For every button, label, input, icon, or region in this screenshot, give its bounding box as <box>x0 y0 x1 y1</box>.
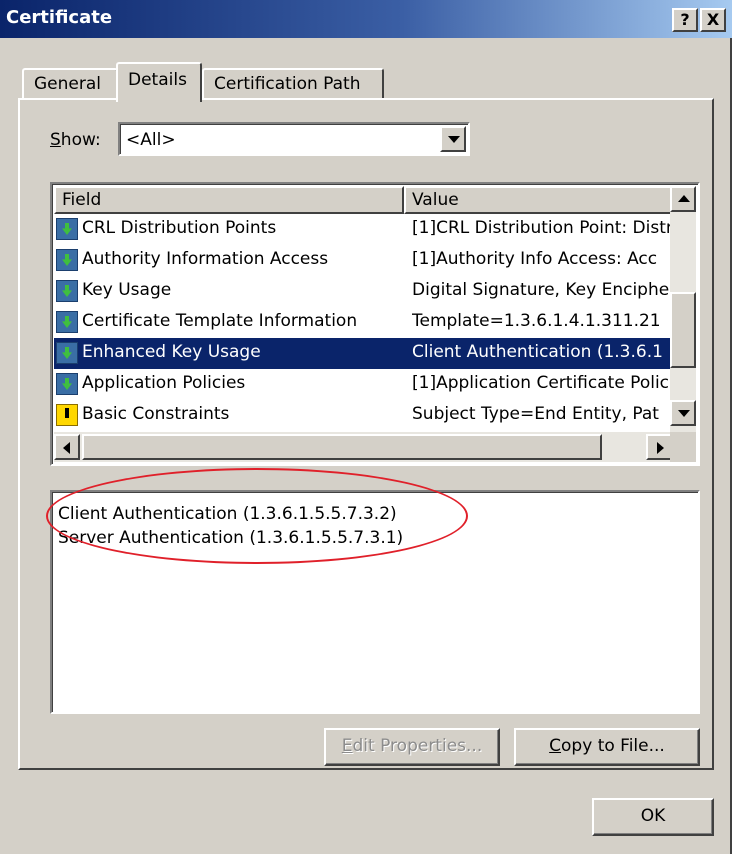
help-button[interactable]: ? <box>672 8 698 32</box>
edit-properties-button[interactable]: Edit Properties... <box>324 728 500 766</box>
row-field: CRL Distribution Points <box>82 218 277 238</box>
chevron-down-icon <box>678 410 690 417</box>
details-tab-panel: Show: <All> Field Value CRL Distribution… <box>18 98 714 770</box>
window-title: Certificate <box>6 7 113 28</box>
list-row-key-usage[interactable]: Key Usage Digital Signature, Key Enciphe <box>54 276 672 307</box>
tab-certification-path[interactable]: Certification Path <box>202 68 384 100</box>
row-value: Template=1.3.6.1.4.1.311.21 <box>412 311 661 331</box>
scroll-down-button[interactable] <box>670 400 696 426</box>
row-value: [1]Application Certificate Polic <box>412 373 670 393</box>
list-row-certificate-template-information[interactable]: Certificate Template Information Templat… <box>54 307 672 338</box>
list-row-basic-constraints[interactable]: Basic Constraints Subject Type=End Entit… <box>54 400 672 431</box>
show-dropdown[interactable]: <All> <box>118 122 470 156</box>
certificate-dialog: Certificate ? X General Details Certific… <box>0 0 732 854</box>
fields-list-view[interactable]: Field Value CRL Distribution Points [1]C… <box>50 182 700 466</box>
row-value: Digital Signature, Key Enciphe <box>412 280 670 300</box>
list-row-enhanced-key-usage[interactable]: Enhanced Key Usage Client Authentication… <box>54 338 672 369</box>
row-field: Basic Constraints <box>82 404 230 424</box>
row-field: Application Policies <box>82 373 246 393</box>
chevron-left-icon <box>63 442 70 454</box>
tab-details[interactable]: Details <box>116 62 202 102</box>
scroll-right-button[interactable] <box>646 434 672 460</box>
scroll-up-button[interactable] <box>670 186 696 212</box>
list-header: Field Value <box>54 186 674 214</box>
list-row-application-policies[interactable]: Application Policies [1]Application Cert… <box>54 369 672 400</box>
horizontal-scrollbar[interactable] <box>54 432 672 462</box>
copy-to-file-button[interactable]: Copy to File... <box>514 728 700 766</box>
row-field: Enhanced Key Usage <box>82 342 261 362</box>
show-label: Show: <box>50 130 101 150</box>
row-field: Authority Information Access <box>82 249 329 269</box>
vertical-scrollbar[interactable] <box>670 186 696 432</box>
field-detail-box[interactable]: Client Authentication (1.3.6.1.5.5.7.3.2… <box>46 468 700 714</box>
certificate-extension-icon <box>56 342 78 364</box>
column-header-value[interactable]: Value <box>404 186 674 214</box>
show-dropdown-value: <All> <box>126 130 176 150</box>
title-bar[interactable]: Certificate ? X <box>0 0 732 38</box>
critical-extension-warning-icon <box>56 404 78 426</box>
certificate-extension-icon <box>56 373 78 395</box>
scroll-left-button[interactable] <box>54 434 80 460</box>
certificate-extension-icon <box>56 280 78 302</box>
row-field: Key Usage <box>82 280 172 300</box>
chevron-up-icon <box>678 195 690 202</box>
scrollbar-corner <box>670 432 696 462</box>
detail-line-server-auth: Server Authentication (1.3.6.1.5.5.7.3.1… <box>58 528 404 548</box>
chevron-right-icon <box>657 442 664 454</box>
tab-general[interactable]: General <box>22 68 118 100</box>
row-field: Certificate Template Information <box>82 311 358 331</box>
detail-line-client-auth: Client Authentication (1.3.6.1.5.5.7.3.2… <box>58 504 397 524</box>
certificate-extension-icon <box>56 311 78 333</box>
horizontal-scroll-thumb[interactable] <box>82 434 602 460</box>
list-rows: CRL Distribution Points [1]CRL Distribut… <box>54 214 673 431</box>
row-value: [1]Authority Info Access: Acc <box>412 249 658 269</box>
chevron-down-icon <box>448 136 460 143</box>
column-header-field[interactable]: Field <box>54 186 404 214</box>
row-value: [1]CRL Distribution Point: Distr <box>412 218 673 238</box>
list-row-crl-distribution-points[interactable]: CRL Distribution Points [1]CRL Distribut… <box>54 214 673 245</box>
show-dropdown-arrow-button[interactable] <box>440 126 466 152</box>
close-button[interactable]: X <box>700 8 726 32</box>
certificate-extension-icon <box>56 218 78 240</box>
vertical-scroll-thumb[interactable] <box>670 292 696 368</box>
certificate-extension-icon <box>56 249 78 271</box>
ok-button[interactable]: OK <box>592 798 714 836</box>
row-value: Client Authentication (1.3.6.1 <box>412 342 663 362</box>
list-row-authority-information-access[interactable]: Authority Information Access [1]Authorit… <box>54 245 672 276</box>
row-value: Subject Type=End Entity, Pat <box>412 404 659 424</box>
